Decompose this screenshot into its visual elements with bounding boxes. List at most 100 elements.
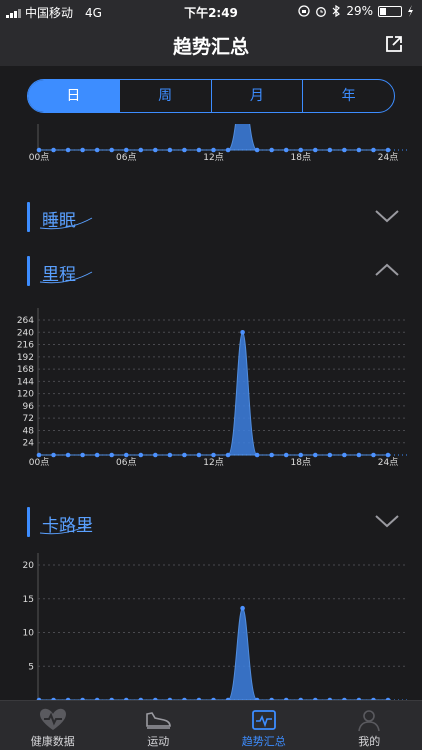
period-selector: 日周月年 xyxy=(0,66,422,124)
data-point xyxy=(312,147,318,153)
x-tick-label: 00点 xyxy=(29,457,49,468)
charging-icon xyxy=(408,5,413,17)
tab-label: 趋势汇总 xyxy=(241,735,286,748)
y-tick-label: 10 xyxy=(23,629,35,639)
x-tick-label: 18点 xyxy=(291,457,311,468)
nav-header: 趋势汇总 xyxy=(0,22,422,66)
page-title: 趋势汇总 xyxy=(172,36,249,58)
data-point xyxy=(327,147,333,153)
data-point xyxy=(123,452,129,458)
data-point xyxy=(167,452,173,458)
data-point xyxy=(51,147,56,153)
y-tick-label: 168 xyxy=(17,365,34,375)
data-point xyxy=(269,147,274,153)
data-point xyxy=(312,452,318,458)
y-tick-label: 192 xyxy=(17,353,34,363)
data-point xyxy=(385,147,391,153)
data-point xyxy=(153,147,158,153)
data-point xyxy=(211,452,216,458)
data-point xyxy=(211,147,216,153)
section-label: 里程 xyxy=(42,265,76,285)
data-point xyxy=(65,452,71,458)
alarm-icon xyxy=(316,7,327,17)
lock-rotation-icon xyxy=(298,5,310,17)
chevron-down-icon[interactable] xyxy=(374,513,400,529)
tab-user[interactable]: 我的 xyxy=(317,701,422,750)
chevron-up-icon[interactable] xyxy=(374,262,400,278)
section-distance[interactable]: 里程 xyxy=(0,254,422,288)
data-point xyxy=(153,452,158,458)
y-tick-label: 24 xyxy=(23,439,35,449)
segment-2[interactable]: 月 xyxy=(212,80,304,112)
data-point xyxy=(182,147,187,153)
battery-percent: 29% xyxy=(346,4,373,18)
data-point xyxy=(283,147,289,153)
data-point xyxy=(36,147,42,153)
data-point xyxy=(51,452,56,458)
data-point xyxy=(94,147,100,153)
segment-3[interactable]: 年 xyxy=(303,80,394,112)
y-tick-label: 20 xyxy=(23,561,35,571)
y-tick-label: 96 xyxy=(23,402,35,412)
shoe-icon xyxy=(144,707,172,733)
section-label: 睡眠 xyxy=(42,211,76,231)
tab-shoe[interactable]: 运动 xyxy=(106,701,212,750)
data-point xyxy=(342,452,347,458)
trend-icon xyxy=(250,707,278,733)
data-point xyxy=(182,452,187,458)
y-tick-label: 216 xyxy=(17,341,34,351)
tab-heart[interactable]: 健康数据 xyxy=(0,701,106,750)
segment-0[interactable]: 日 xyxy=(28,80,120,112)
data-point xyxy=(109,147,115,153)
tab-trend[interactable]: 趋势汇总 xyxy=(211,701,317,750)
x-tick-label: 06点 xyxy=(116,457,136,468)
segment-1[interactable]: 周 xyxy=(120,80,212,112)
x-tick-label: 06点 xyxy=(116,152,136,163)
x-tick-label: 18点 xyxy=(291,152,311,163)
y-tick-label: 5 xyxy=(28,662,34,672)
tab-label: 运动 xyxy=(147,735,170,748)
data-point xyxy=(254,452,260,458)
calories-chart: 5 10 15 20 xyxy=(0,545,422,700)
data-point xyxy=(196,147,202,153)
distance-chart: 24 48 72 96 120 144 168 192 216 240 264 00点 06点 12点 18… xyxy=(0,290,422,470)
data-point xyxy=(167,147,173,153)
data-point xyxy=(80,452,85,458)
data-point xyxy=(385,452,391,458)
distance-chart-svg: 24 48 72 96 120 144 168 192 216 240 264 00点 06点 12点 18… xyxy=(17,308,408,468)
data-point xyxy=(138,452,144,458)
data-point xyxy=(225,147,231,153)
y-tick-label: 120 xyxy=(17,390,34,400)
section-sleep[interactable]: 睡眠 xyxy=(0,200,422,234)
section-bar xyxy=(27,256,30,286)
data-point xyxy=(123,147,129,153)
y-tick-label: 15 xyxy=(23,595,34,605)
data-point xyxy=(225,452,231,458)
data-point xyxy=(65,147,71,153)
section-bar xyxy=(27,507,30,537)
data-point xyxy=(283,452,289,458)
status-time: 下午2:49 xyxy=(184,6,238,20)
section-calories[interactable]: 卡路里 xyxy=(0,505,422,539)
data-point xyxy=(371,147,376,153)
data-point xyxy=(269,452,274,458)
data-point xyxy=(138,147,144,153)
data-point xyxy=(240,329,245,335)
area-series xyxy=(39,607,388,700)
calories-chart-svg: 5 10 15 20 xyxy=(23,553,408,700)
data-point xyxy=(298,147,304,153)
tab-label: 我的 xyxy=(358,735,381,748)
data-point xyxy=(371,452,376,458)
y-tick-label: 264 xyxy=(17,316,34,326)
data-point xyxy=(342,147,347,153)
data-point xyxy=(109,452,115,458)
tab-label: 健康数据 xyxy=(30,735,75,748)
data-point xyxy=(80,147,85,153)
user-icon xyxy=(355,707,383,733)
y-tick-label: 240 xyxy=(17,328,34,338)
data-point xyxy=(356,452,362,458)
section-label: 卡路里 xyxy=(42,516,93,536)
share-icon[interactable] xyxy=(384,34,404,54)
x-tick-label: 12点 xyxy=(203,152,223,163)
chevron-down-icon[interactable] xyxy=(374,208,400,224)
